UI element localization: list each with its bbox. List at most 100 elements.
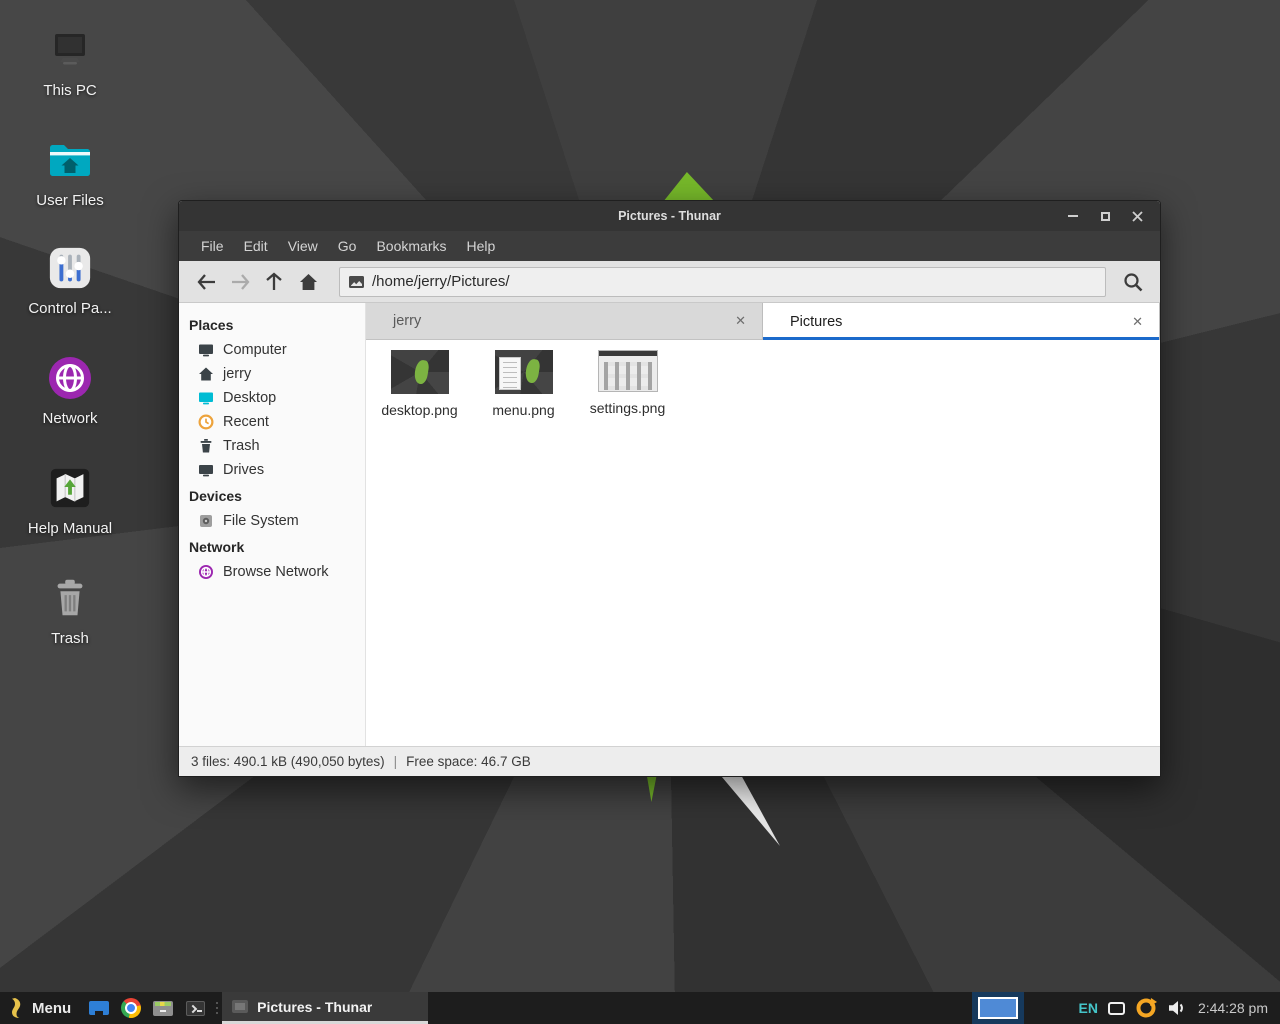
tab-jerry[interactable]: jerry ✕ — [366, 303, 763, 340]
file-thumbnail — [495, 350, 553, 394]
file-manager-launcher[interactable] — [147, 992, 179, 1024]
display-tray-icon[interactable] — [1108, 1002, 1125, 1015]
sidebar-item-trash[interactable]: Trash — [179, 434, 365, 458]
home-button[interactable] — [291, 267, 325, 297]
forward-button[interactable] — [223, 267, 257, 297]
show-desktop-button[interactable] — [83, 992, 115, 1024]
menu-view[interactable]: View — [278, 231, 328, 261]
file-thumbnail — [598, 350, 658, 392]
desktop-icon-trash[interactable]: Trash — [14, 574, 126, 647]
sidebar-header-places: Places — [179, 311, 365, 338]
sidebar-header-network: Network — [179, 533, 365, 560]
desktop-icon-this-pc[interactable]: This PC — [14, 26, 126, 99]
desktop-icon-label: Trash — [14, 630, 126, 647]
close-icon — [1132, 211, 1143, 222]
desktop-icon-control-panel[interactable]: Control Pa... — [14, 244, 126, 317]
sidebar-item-recent[interactable]: Recent — [179, 410, 365, 434]
maximize-button[interactable] — [1094, 205, 1116, 227]
search-button[interactable] — [1116, 267, 1150, 297]
menu-edit[interactable]: Edit — [234, 231, 278, 261]
sidebar-item-label: Computer — [223, 342, 287, 358]
tab-close-button[interactable]: ✕ — [731, 311, 750, 331]
status-files-summary: 3 files: 490.1 kB (490,050 bytes) — [191, 754, 385, 769]
terminal-launcher[interactable] — [179, 992, 211, 1024]
taskbar: Menu Pictures - Thunar EN 2:44:28 pm — [0, 992, 1280, 1024]
volume-icon[interactable] — [1167, 999, 1186, 1017]
mint-logo-peak — [663, 172, 715, 202]
trash-icon — [198, 438, 214, 454]
close-button[interactable] — [1126, 205, 1148, 227]
sidebar-item-desktop[interactable]: Desktop — [179, 386, 365, 410]
window-title: Pictures - Thunar — [179, 209, 1160, 223]
system-tray: EN 2:44:28 pm — [1024, 992, 1280, 1024]
window-task-icon — [232, 1000, 248, 1013]
tab-label: Pictures — [790, 314, 1128, 330]
drives-icon — [198, 462, 214, 478]
tab-label: jerry — [393, 313, 731, 329]
thunar-window: Pictures - Thunar File Edit View Go Book… — [178, 200, 1161, 777]
terminal-icon — [186, 1001, 205, 1016]
desktop-icon-user-files[interactable]: User Files — [14, 136, 126, 209]
tab-bar: jerry ✕ Pictures ✕ — [366, 303, 1160, 340]
minimize-button[interactable] — [1062, 205, 1084, 227]
file-view[interactable]: desktop.png menu.png settings.png — [366, 340, 1160, 746]
wallpaper-green-ray — [645, 776, 661, 802]
trash-icon — [14, 574, 126, 622]
file-desktop-png[interactable]: desktop.png — [372, 350, 467, 418]
menu-file[interactable]: File — [191, 231, 234, 261]
mint-menu-icon — [9, 997, 23, 1019]
chrome-launcher[interactable] — [115, 992, 147, 1024]
file-manager-icon — [153, 1001, 173, 1016]
file-name: desktop.png — [381, 402, 457, 418]
recent-clock-icon — [198, 414, 214, 430]
path-bar[interactable]: /home/jerry/Pictures/ — [339, 267, 1106, 297]
task-button-label: Pictures - Thunar — [257, 999, 372, 1015]
sidebar-item-label: Desktop — [223, 390, 276, 406]
sidebar-item-computer[interactable]: Computer — [179, 338, 365, 362]
show-desktop-icon — [89, 1001, 109, 1015]
sidebar-header-devices: Devices — [179, 482, 365, 509]
minimize-icon — [1068, 215, 1078, 217]
sidebar-item-label: Recent — [223, 414, 269, 430]
tab-pictures[interactable]: Pictures ✕ — [763, 303, 1160, 340]
menu-bookmarks[interactable]: Bookmarks — [366, 231, 456, 261]
tab-close-button[interactable]: ✕ — [1128, 312, 1147, 332]
sidebar-item-label: Trash — [223, 438, 260, 454]
user-folder-icon — [14, 136, 126, 184]
back-button[interactable] — [189, 267, 223, 297]
back-icon — [197, 274, 216, 290]
sidebar-item-label: Drives — [223, 462, 264, 478]
status-bar: 3 files: 490.1 kB (490,050 bytes) | Free… — [179, 746, 1160, 776]
workspace-pager[interactable] — [972, 992, 1024, 1024]
wallpaper-white-ray — [716, 776, 780, 846]
sidebar-item-drives[interactable]: Drives — [179, 458, 365, 482]
file-menu-png[interactable]: menu.png — [476, 350, 571, 418]
file-settings-png[interactable]: settings.png — [580, 350, 675, 416]
desktop-icon-network[interactable]: Network — [14, 354, 126, 427]
sidebar-item-browse-network[interactable]: Browse Network — [179, 560, 365, 584]
keyboard-layout-indicator[interactable]: EN — [1078, 1000, 1097, 1016]
up-button[interactable] — [257, 267, 291, 297]
update-manager-icon[interactable] — [1135, 997, 1157, 1019]
toolbar: /home/jerry/Pictures/ — [179, 261, 1160, 303]
workspace-icon — [978, 997, 1018, 1019]
sidebar-item-label: File System — [223, 513, 299, 529]
desktop-icon-label: This PC — [14, 82, 126, 99]
menu-help[interactable]: Help — [457, 231, 506, 261]
menu-button[interactable]: Menu — [0, 992, 83, 1024]
menu-go[interactable]: Go — [328, 231, 367, 261]
desktop-icon-help-manual[interactable]: Help Manual — [14, 464, 126, 537]
clock[interactable]: 2:44:28 pm — [1196, 1000, 1272, 1016]
computer-icon — [198, 342, 214, 358]
desktop-icon-label: Control Pa... — [14, 300, 126, 317]
control-panel-icon — [14, 244, 126, 292]
window-titlebar[interactable]: Pictures - Thunar — [179, 201, 1160, 231]
sidebar-item-file-system[interactable]: File System — [179, 509, 365, 533]
forward-icon — [231, 274, 250, 290]
status-free-space: Free space: 46.7 GB — [406, 754, 531, 769]
tasklist-handle — [211, 992, 222, 1024]
browse-network-icon — [198, 564, 214, 580]
sidebar-item-jerry[interactable]: jerry — [179, 362, 365, 386]
file-thumbnail — [391, 350, 449, 394]
task-button-thunar[interactable]: Pictures - Thunar — [222, 992, 428, 1024]
